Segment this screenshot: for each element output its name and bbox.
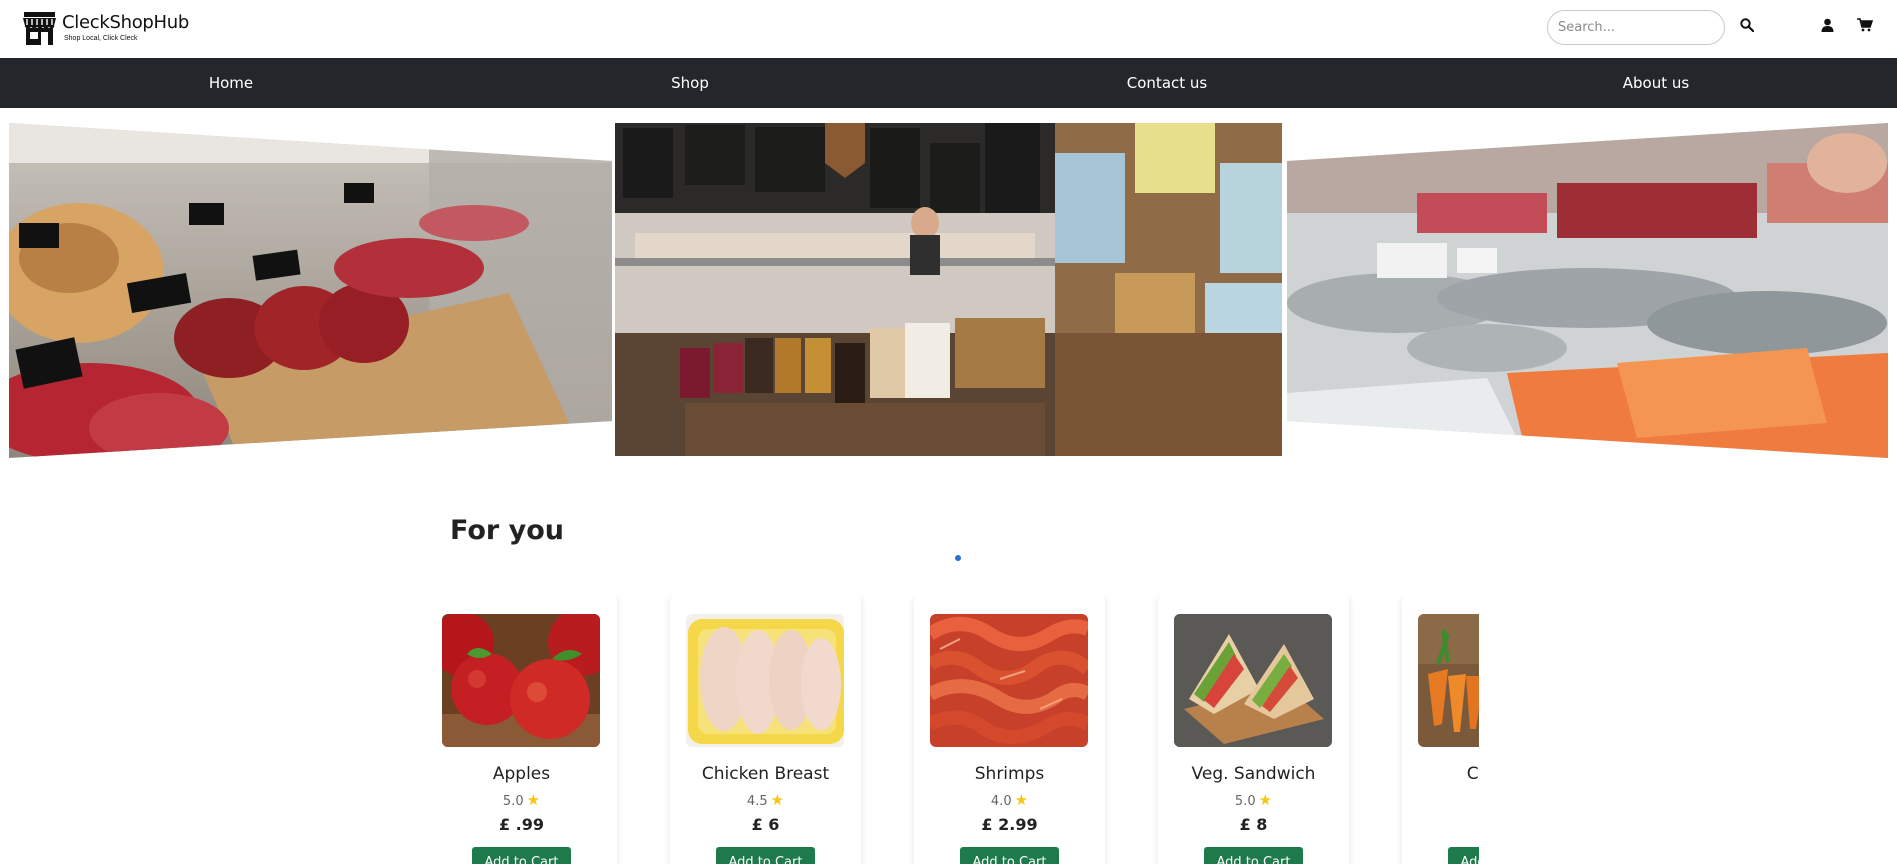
- user-icon[interactable]: [1818, 16, 1836, 34]
- search-icon[interactable]: [1738, 16, 1756, 34]
- product-image-chicken-breast[interactable]: [686, 614, 844, 747]
- star-icon: ★: [1014, 791, 1029, 809]
- rating-value: 5.0: [502, 794, 524, 809]
- product-price: £ 8: [1239, 815, 1268, 834]
- nav-home[interactable]: Home: [209, 58, 253, 108]
- brand-name: CleckShopHub: [62, 12, 190, 33]
- product-image-shrimps[interactable]: [930, 614, 1088, 747]
- product-name: Veg. Sandwich: [1191, 764, 1316, 784]
- rating-value: 5.0: [1234, 794, 1256, 809]
- star-icon: ★: [1258, 791, 1273, 809]
- product-rating: 4.0 ★: [914, 791, 1105, 809]
- product-card[interactable]: Carrots Add to Cart: [1402, 597, 1479, 864]
- add-to-cart-button[interactable]: Add to Cart: [1204, 847, 1303, 864]
- star-icon: ★: [526, 791, 541, 809]
- product-price: £ 2.99: [981, 815, 1038, 834]
- product-name: Shrimps: [974, 764, 1045, 784]
- product-name: Apples: [492, 764, 551, 784]
- product-rating: 5.0 ★: [1158, 791, 1349, 809]
- nav-shop[interactable]: Shop: [671, 58, 709, 108]
- add-to-cart-button[interactable]: Add to Cart: [960, 847, 1059, 864]
- product-rating: 4.5 ★: [670, 791, 861, 809]
- carousel-indicators: [955, 555, 961, 561]
- add-to-cart-button[interactable]: Add to Cart: [1448, 847, 1479, 864]
- product-card[interactable]: Veg. Sandwich 5.0 ★ £ 8 Add to Cart: [1158, 597, 1349, 864]
- product-name: Chicken Breast: [701, 764, 830, 784]
- product-price: £ .99: [498, 815, 545, 834]
- rating-value: 4.0: [990, 794, 1012, 809]
- add-to-cart-button[interactable]: Add to Cart: [716, 847, 815, 864]
- product-rating: 5.0 ★: [426, 791, 617, 809]
- site-header: CleckShopHub Shop Local, Click Cleck: [0, 0, 1897, 58]
- hero-carousel[interactable]: [0, 118, 1897, 561]
- search-input[interactable]: [1547, 10, 1725, 45]
- carousel-slide-fish[interactable]: [1287, 123, 1888, 458]
- product-card[interactable]: Apples 5.0 ★ £ .99 Add to Cart: [426, 597, 617, 864]
- nav-about-us[interactable]: About us: [1623, 58, 1689, 108]
- product-name: Carrots: [1466, 764, 1479, 784]
- product-image-apples[interactable]: [442, 614, 600, 747]
- product-image-veg-sandwich[interactable]: [1174, 614, 1332, 747]
- carousel-slide-meat[interactable]: [9, 123, 612, 458]
- add-to-cart-button[interactable]: Add to Cart: [472, 847, 571, 864]
- storefront-icon: [23, 12, 56, 45]
- star-icon: ★: [770, 791, 785, 809]
- product-image-carrots[interactable]: [1418, 614, 1479, 747]
- carousel-slide-deli[interactable]: [615, 123, 1282, 456]
- main-nav: Home Shop Contact us About us: [0, 58, 1897, 108]
- product-card[interactable]: Chicken Breast 4.5 ★ £ 6 Add to Cart: [670, 597, 861, 864]
- product-card[interactable]: Shrimps 4.0 ★ £ 2.99 Add to Cart: [914, 597, 1105, 864]
- brand-tagline: Shop Local, Click Cleck: [64, 35, 138, 42]
- nav-contact-us[interactable]: Contact us: [1127, 58, 1207, 108]
- rating-value: 4.5: [746, 794, 768, 809]
- brand-logo[interactable]: CleckShopHub Shop Local, Click Cleck: [21, 10, 189, 47]
- carousel-dot-active[interactable]: [955, 555, 961, 561]
- product-price: £ 6: [751, 815, 780, 834]
- product-carousel: Apples 5.0 ★ £ .99 Add to Cart Chicken Br…: [426, 597, 1479, 864]
- section-title: For you: [450, 515, 564, 546]
- cart-icon[interactable]: [1856, 16, 1874, 34]
